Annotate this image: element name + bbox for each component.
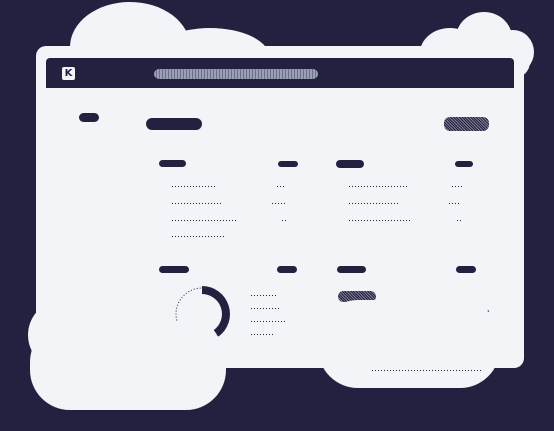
legend-item — [251, 321, 286, 322]
address-bar[interactable] — [154, 69, 318, 79]
title-bar: K — [46, 58, 514, 88]
card-value — [456, 266, 476, 273]
list-item — [172, 220, 238, 221]
list-value — [272, 203, 285, 204]
card-title — [159, 266, 189, 273]
page-title — [146, 118, 202, 130]
list-value — [452, 186, 462, 187]
footer-text — [372, 370, 482, 371]
card-value — [277, 266, 297, 273]
list-item — [172, 203, 223, 204]
list-item — [349, 203, 399, 204]
legend-item — [251, 295, 276, 296]
card-value — [278, 161, 298, 167]
sidebar-item[interactable] — [79, 113, 99, 122]
card-title — [337, 266, 366, 273]
list-item — [172, 186, 217, 187]
list-item — [349, 220, 411, 221]
legend-item — [251, 308, 279, 309]
list-item — [349, 186, 407, 187]
cloud-bottom-right — [318, 300, 500, 388]
header-action-button[interactable] — [444, 117, 489, 131]
app-logo: K — [62, 67, 75, 80]
list-value — [277, 186, 286, 187]
cloud-bottom-left-2 — [28, 300, 98, 370]
card-value — [455, 161, 473, 167]
list-value — [449, 203, 461, 204]
list-item — [172, 236, 224, 237]
card-title — [159, 160, 186, 167]
card-title — [336, 160, 364, 168]
list-value — [282, 220, 286, 221]
list-value — [457, 220, 461, 221]
legend-item — [251, 334, 273, 335]
